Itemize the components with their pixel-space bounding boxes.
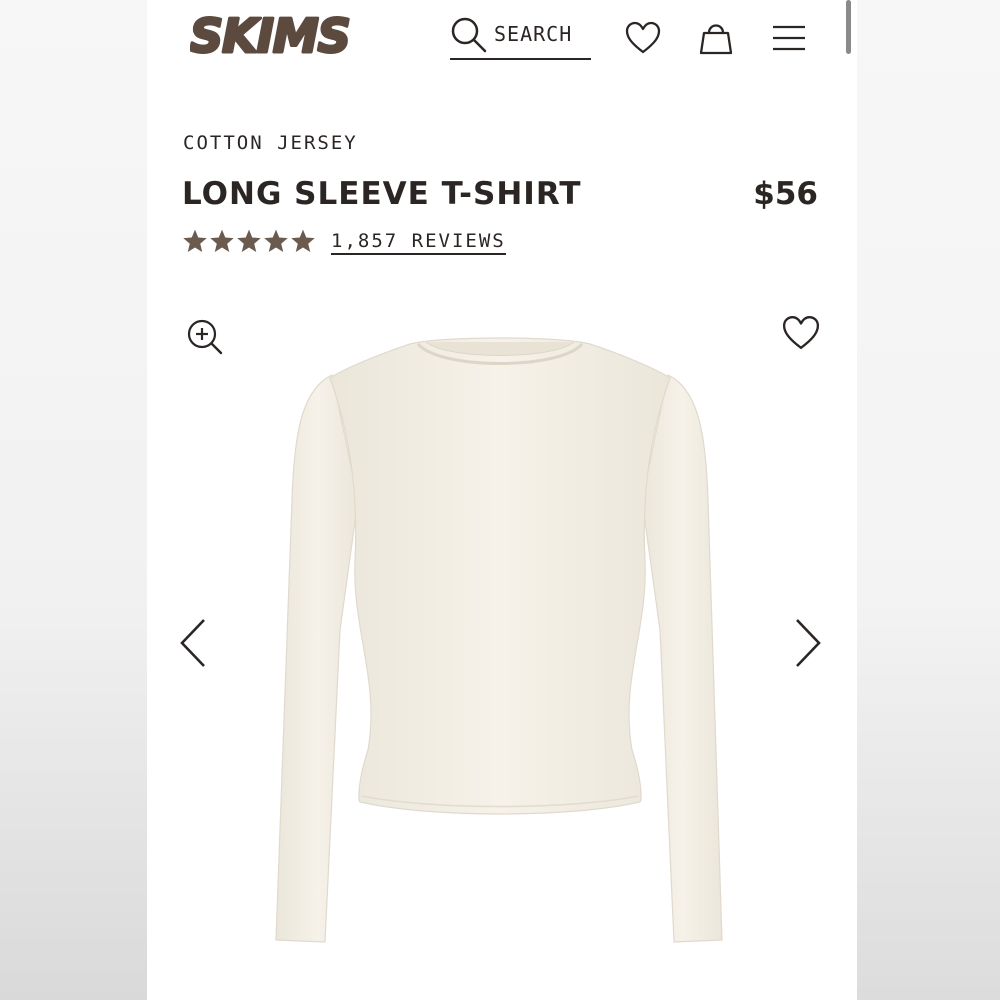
- star-icon: [264, 229, 288, 253]
- search-icon: [451, 17, 487, 53]
- image-wishlist-button[interactable]: [782, 315, 820, 355]
- chevron-left-icon: [180, 619, 205, 667]
- logo-text: SKIMS: [190, 12, 350, 58]
- product-price: $56: [753, 176, 818, 212]
- star-icon: [291, 229, 315, 253]
- shopping-bag-icon: [699, 24, 733, 55]
- product-collection: COTTON JERSEY: [183, 132, 358, 154]
- cart-button[interactable]: [698, 19, 734, 59]
- zoom-in-icon: [187, 319, 223, 355]
- right-sleeve: [641, 374, 723, 943]
- left-backdrop: [0, 0, 147, 1000]
- scrollbar[interactable]: [846, 0, 851, 54]
- reviews-link[interactable]: 1,857 REVIEWS: [331, 230, 506, 255]
- zoom-button[interactable]: [186, 318, 224, 360]
- star-icon: [183, 229, 207, 253]
- search-label: SEARCH: [494, 22, 573, 46]
- heart-icon: [782, 316, 820, 349]
- wishlist-button[interactable]: [625, 21, 661, 59]
- search-button[interactable]: SEARCH: [450, 14, 591, 60]
- product-image[interactable]: [270, 330, 730, 954]
- right-backdrop: [857, 0, 1000, 1000]
- left-sleeve: [275, 374, 359, 943]
- chevron-right-icon: [796, 619, 821, 667]
- shirt-body: [329, 337, 671, 815]
- menu-button[interactable]: [772, 24, 806, 56]
- previous-image-button[interactable]: [178, 618, 208, 672]
- star-rating[interactable]: [182, 228, 316, 254]
- heart-icon: [625, 21, 661, 54]
- menu-icon: [773, 25, 805, 51]
- next-image-button[interactable]: [793, 618, 823, 672]
- star-icon: [237, 229, 261, 253]
- product-title: LONG SLEEVE T-SHIRT: [182, 176, 582, 212]
- star-icon: [210, 229, 234, 253]
- skims-logo[interactable]: SKIMS: [189, 8, 370, 65]
